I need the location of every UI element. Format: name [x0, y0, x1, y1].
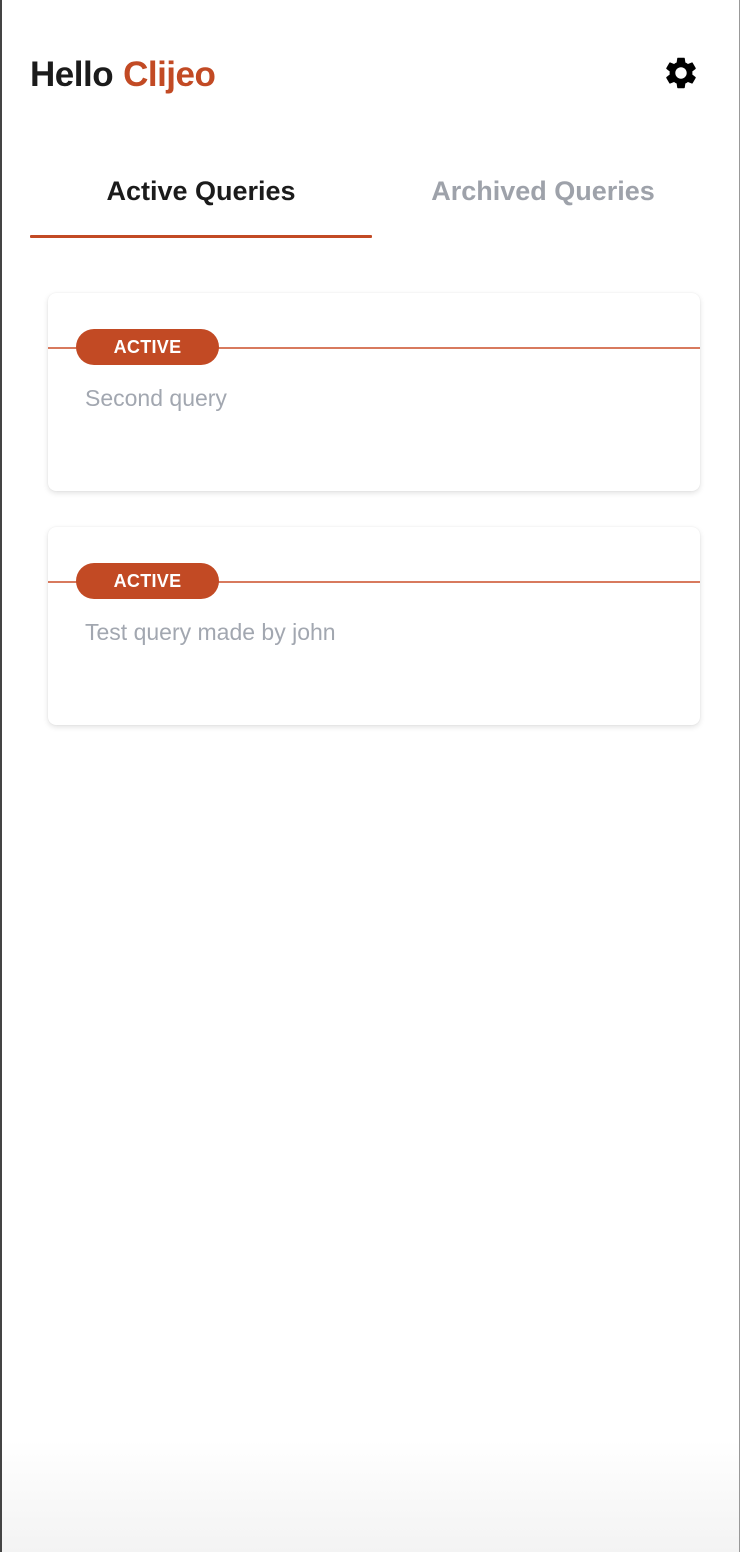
user-name: Clijeo: [123, 55, 216, 94]
tab-archived-queries-label: Archived Queries: [431, 176, 655, 206]
query-card[interactable]: ACTIVE Test query made by john: [48, 527, 700, 725]
gear-icon: [662, 54, 700, 97]
greeting-label: Hello: [30, 55, 114, 94]
settings-button[interactable]: [660, 54, 702, 96]
query-title: Second query: [85, 385, 227, 411]
header: Hello Clijeo: [30, 52, 216, 98]
tab-active-queries[interactable]: Active Queries: [30, 164, 372, 240]
app-screen: Hello Clijeo Active Queries Archived Quer…: [0, 0, 740, 1552]
tab-active-queries-label: Active Queries: [106, 176, 296, 206]
query-title: Test query made by john: [85, 619, 336, 645]
active-tab-indicator: [30, 235, 372, 238]
query-tabs: Active Queries Archived Queries: [30, 164, 714, 240]
status-badge: ACTIVE: [76, 329, 219, 365]
query-card[interactable]: ACTIVE Second query: [48, 293, 700, 491]
tab-archived-queries[interactable]: Archived Queries: [372, 164, 714, 240]
status-badge: ACTIVE: [76, 563, 219, 599]
greeting: Hello Clijeo: [30, 52, 216, 98]
